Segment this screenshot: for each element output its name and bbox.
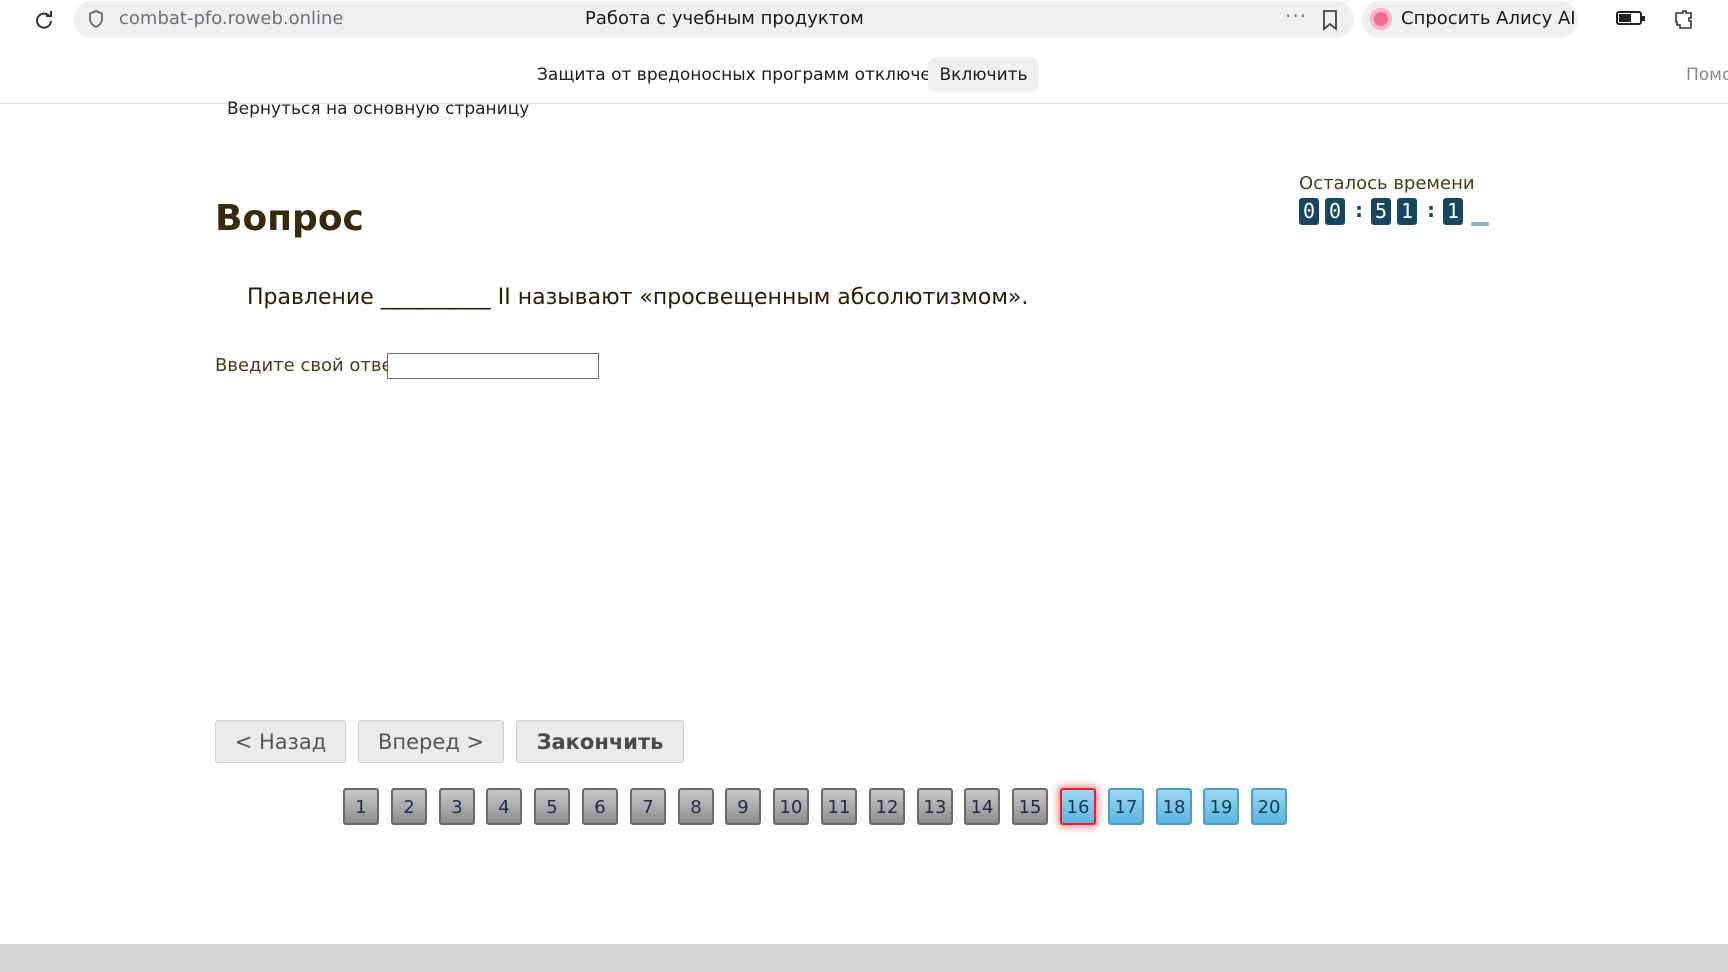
- page-title: Вопрос: [215, 198, 364, 239]
- timer-digit: 0: [1299, 198, 1319, 225]
- page-button-15[interactable]: 15: [1012, 788, 1048, 825]
- page-button-20[interactable]: 20: [1251, 788, 1287, 825]
- page-button-7[interactable]: 7: [630, 788, 666, 825]
- timer-separator: :: [1427, 198, 1435, 222]
- page-button-10[interactable]: 10: [773, 788, 809, 825]
- page-button-18[interactable]: 18: [1156, 788, 1192, 825]
- shield-icon[interactable]: [86, 9, 106, 29]
- alice-button-label[interactable]: Спросить Алису AI: [1401, 8, 1576, 29]
- answer-input[interactable]: [387, 353, 599, 379]
- page-button-4[interactable]: 4: [486, 788, 522, 825]
- next-button[interactable]: Вперед >: [358, 720, 504, 763]
- timer-separator: :: [1355, 198, 1363, 222]
- page-button-8[interactable]: 8: [678, 788, 714, 825]
- battery-icon: [1616, 11, 1645, 25]
- page-button-16[interactable]: 16: [1060, 788, 1096, 825]
- help-link[interactable]: Помо: [1686, 65, 1728, 85]
- answer-label: Введите свой ответ: [215, 355, 404, 376]
- extensions-icon[interactable]: [1672, 8, 1696, 32]
- page-button-1[interactable]: 1: [343, 788, 379, 825]
- page-button-5[interactable]: 5: [534, 788, 570, 825]
- page-button-12[interactable]: 12: [869, 788, 905, 825]
- question-text: Правление __________ II называют «просве…: [247, 285, 1029, 310]
- url-text[interactable]: combat-pfo.roweb.online: [119, 8, 344, 29]
- back-to-main-link[interactable]: Вернуться на основную страницу: [227, 99, 529, 119]
- browser-toolbar: combat-pfo.roweb.online Работа с учебным…: [0, 0, 1728, 38]
- alice-icon: [1370, 8, 1392, 30]
- page-button-9[interactable]: 9: [725, 788, 761, 825]
- page-button-3[interactable]: 3: [439, 788, 475, 825]
- page-button-2[interactable]: 2: [391, 788, 427, 825]
- finish-button[interactable]: Закончить: [516, 720, 684, 763]
- timer-digit: 0: [1325, 198, 1345, 225]
- enable-protection-button[interactable]: Включить: [928, 57, 1039, 92]
- page-button-6[interactable]: 6: [582, 788, 618, 825]
- page-button-13[interactable]: 13: [917, 788, 953, 825]
- page-button-17[interactable]: 17: [1108, 788, 1144, 825]
- reload-icon[interactable]: [32, 8, 56, 32]
- timer-digit: 1: [1443, 198, 1463, 225]
- timer-digit: 5: [1371, 198, 1391, 225]
- bookmark-icon[interactable]: [1320, 9, 1340, 31]
- ellipsis-icon[interactable]: ···: [1285, 4, 1307, 28]
- back-button[interactable]: < Назад: [215, 720, 346, 763]
- timer-digit: 1: [1397, 198, 1417, 225]
- infobar-message: Защита от вредоносных программ отключена: [537, 65, 953, 85]
- timer-digit-partial: [1471, 222, 1489, 226]
- page-button-19[interactable]: 19: [1203, 788, 1239, 825]
- page-button-14[interactable]: 14: [964, 788, 1000, 825]
- page-button-11[interactable]: 11: [821, 788, 857, 825]
- timer-label: Осталось времени: [1299, 173, 1475, 194]
- bottom-bar: [0, 944, 1728, 972]
- tab-title: Работа с учебным продуктом: [585, 8, 864, 29]
